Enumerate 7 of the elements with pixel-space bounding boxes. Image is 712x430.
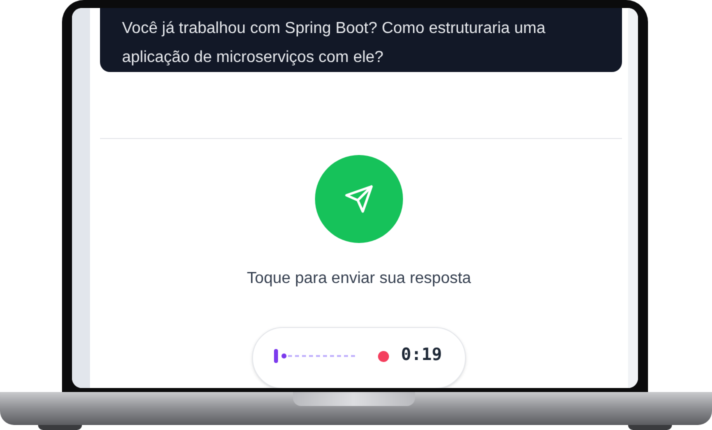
- laptop-foot: [38, 425, 82, 430]
- send-hint: Toque para enviar sua resposta: [246, 269, 472, 289]
- send-icon: [344, 184, 374, 214]
- question-text: Você já trabalhou com Spring Boot? Como estruturaria uma aplicação de microserviços com ele?: [122, 19, 546, 68]
- recording-timer: 0:19: [401, 344, 442, 368]
- waveform-icon: [274, 349, 356, 363]
- laptop-foot: [628, 425, 672, 430]
